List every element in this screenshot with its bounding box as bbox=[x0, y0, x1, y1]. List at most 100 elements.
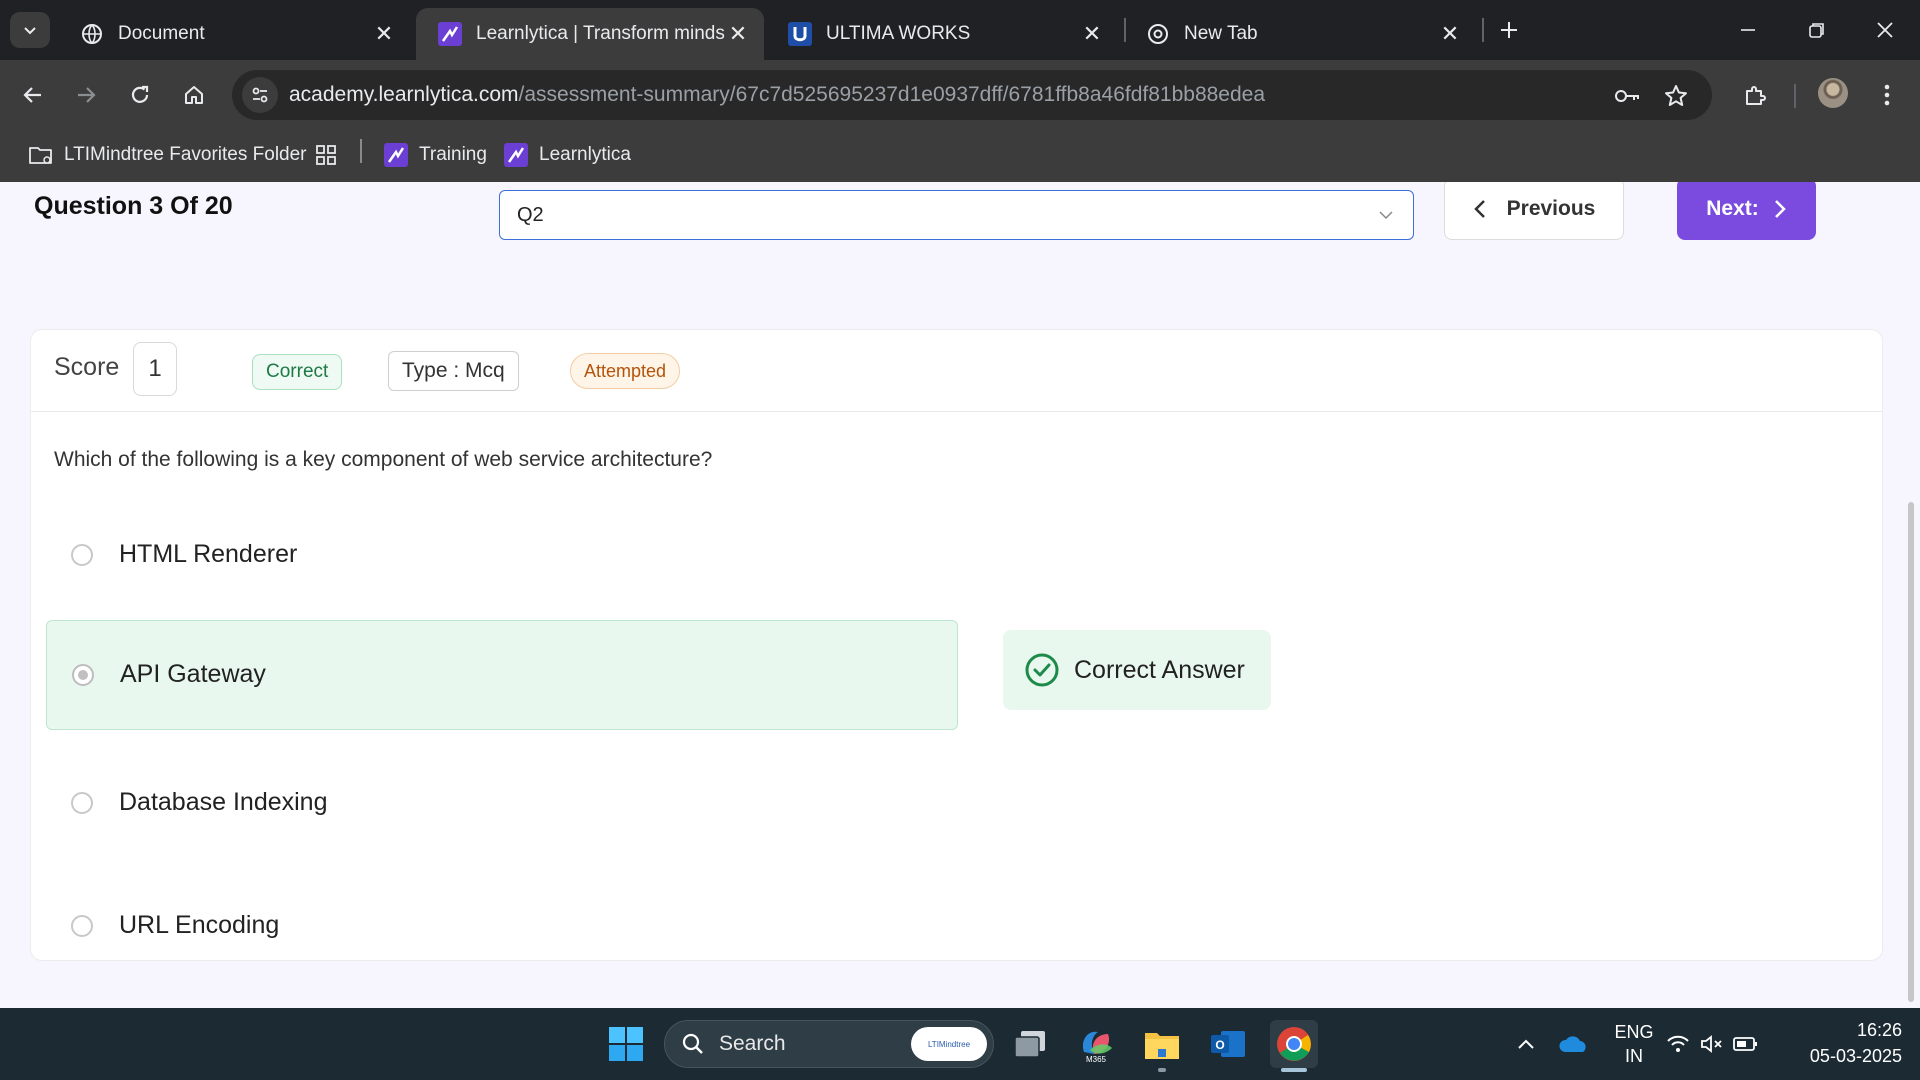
network-volume-battery-tray[interactable] bbox=[1664, 1020, 1764, 1068]
next-button[interactable]: Next: bbox=[1677, 182, 1816, 240]
file-explorer-button[interactable] bbox=[1138, 1020, 1186, 1068]
browser-menu-button[interactable] bbox=[1868, 76, 1906, 114]
windows-logo-icon bbox=[609, 1027, 643, 1061]
type-badge: Type : Mcq bbox=[388, 351, 519, 391]
running-indicator bbox=[1158, 1068, 1166, 1072]
tab-new-tab[interactable]: New Tab ✕ bbox=[1124, 8, 1476, 60]
m365-copilot-button[interactable]: M365 bbox=[1072, 1020, 1120, 1068]
back-button[interactable] bbox=[14, 76, 52, 114]
search-label: Search bbox=[719, 1032, 786, 1055]
tab-title: ULTIMA WORKS bbox=[826, 23, 971, 44]
close-icon[interactable]: ✕ bbox=[726, 21, 750, 46]
close-icon bbox=[1877, 22, 1893, 38]
chevron-left-icon bbox=[1473, 200, 1485, 218]
tab-ultima-works[interactable]: ULTIMA WORKS ✕ bbox=[766, 8, 1118, 60]
task-view-button[interactable] bbox=[1006, 1020, 1054, 1068]
start-button[interactable] bbox=[602, 1020, 650, 1068]
score-value: 1 bbox=[133, 342, 177, 396]
wifi-icon bbox=[1667, 1035, 1689, 1052]
bookmark-learnlytica[interactable]: Learnlytica bbox=[503, 140, 631, 170]
url-text: academy.learnlytica.com/assessment-summa… bbox=[289, 83, 1265, 107]
onedrive-button[interactable] bbox=[1550, 1020, 1598, 1068]
svg-text:O: O bbox=[1215, 1038, 1224, 1052]
reload-button[interactable] bbox=[121, 76, 159, 114]
option-radio[interactable] bbox=[71, 544, 93, 566]
question-card: Score 1 Correct Type : Mcq Attempted Whi… bbox=[30, 329, 1883, 961]
question-text: Which of the following is a key componen… bbox=[54, 448, 713, 471]
page-scrollbar[interactable] bbox=[1908, 502, 1914, 1002]
task-view-icon bbox=[1014, 1031, 1045, 1058]
active-app-indicator bbox=[1281, 1068, 1307, 1072]
option-label: URL Encoding bbox=[119, 911, 280, 939]
chrome-taskbar-button[interactable] bbox=[1270, 1020, 1318, 1068]
option-database-indexing[interactable]: Database Indexing bbox=[46, 748, 958, 858]
plus-icon bbox=[1501, 22, 1517, 38]
bookmark-apps[interactable] bbox=[313, 140, 349, 170]
close-icon[interactable]: ✕ bbox=[372, 21, 396, 46]
clock-date: 05-03-2025 bbox=[1809, 1046, 1902, 1066]
option-label: Database Indexing bbox=[119, 788, 328, 816]
question-counter: Question 3 Of 20 bbox=[34, 192, 233, 220]
bookmark-training[interactable]: Training bbox=[383, 140, 487, 170]
option-radio[interactable] bbox=[72, 664, 94, 686]
question-selector[interactable]: Q2 bbox=[499, 190, 1414, 240]
home-icon bbox=[185, 86, 203, 104]
extensions-button[interactable] bbox=[1736, 76, 1774, 114]
bookmark-label: Learnlytica bbox=[539, 144, 631, 165]
profile-avatar[interactable] bbox=[1818, 78, 1848, 108]
clock[interactable]: 16:26 05-03-2025 bbox=[1790, 1020, 1902, 1067]
option-radio[interactable] bbox=[71, 792, 93, 814]
question-card-header: Score 1 Correct Type : Mcq Attempted bbox=[31, 330, 1882, 412]
bookmark-star-button[interactable] bbox=[1662, 82, 1690, 110]
attempted-badge: Attempted bbox=[570, 353, 681, 389]
option-label: HTML Renderer bbox=[119, 540, 298, 568]
option-html-renderer[interactable]: HTML Renderer bbox=[46, 500, 958, 610]
selected-question: Q2 bbox=[517, 204, 544, 226]
bookmarks-bar: LTIMindtree Favorites Folder Training Le… bbox=[0, 130, 1920, 182]
previous-label: Previous bbox=[1506, 197, 1596, 220]
browser-toolbar: academy.learnlytica.com/assessment-summa… bbox=[0, 60, 1920, 130]
url-path: /assessment-summary/67c7d525695237d1e093… bbox=[518, 83, 1266, 106]
site-info-button[interactable] bbox=[242, 77, 278, 113]
minimize-button[interactable] bbox=[1723, 10, 1773, 50]
previous-button[interactable]: Previous bbox=[1444, 182, 1624, 240]
restore-button[interactable] bbox=[1792, 10, 1842, 50]
option-radio[interactable] bbox=[71, 915, 93, 937]
star-icon bbox=[1665, 85, 1687, 106]
outlook-button[interactable]: O bbox=[1204, 1020, 1252, 1068]
taskbar-search[interactable]: Search LTIMindtree bbox=[664, 1020, 994, 1068]
learnlytica-logo-icon bbox=[438, 22, 462, 46]
score-label: Score bbox=[54, 353, 120, 381]
address-bar[interactable]: academy.learnlytica.com/assessment-summa… bbox=[232, 70, 1712, 120]
show-hidden-icons-button[interactable] bbox=[1502, 1020, 1550, 1068]
close-icon[interactable]: ✕ bbox=[1080, 21, 1104, 46]
option-url-encoding[interactable]: URL Encoding bbox=[46, 871, 958, 981]
language-indicator[interactable]: ENG IN bbox=[1606, 1022, 1662, 1067]
bookmark-ltimindtree-folder[interactable]: LTIMindtree Favorites Folder bbox=[28, 140, 307, 170]
next-label: Next: bbox=[1706, 197, 1759, 220]
tab-learnlytica[interactable]: Learnlytica | Transform minds w ✕ bbox=[416, 8, 764, 60]
tab-divider bbox=[1482, 18, 1484, 42]
chevron-down-icon bbox=[24, 27, 36, 35]
chevron-down-icon bbox=[1377, 206, 1395, 224]
tab-document[interactable]: Document ✕ bbox=[58, 8, 410, 60]
restore-icon bbox=[1809, 23, 1824, 38]
password-key-button[interactable] bbox=[1614, 82, 1642, 110]
home-button[interactable] bbox=[175, 76, 213, 114]
folder-icon bbox=[1145, 1033, 1179, 1059]
more-vertical-icon bbox=[1884, 84, 1890, 106]
language-primary: ENG bbox=[1614, 1022, 1654, 1042]
tab-search-button[interactable] bbox=[10, 12, 50, 48]
option-api-gateway[interactable]: API Gateway bbox=[46, 620, 958, 730]
language-secondary: IN bbox=[1625, 1046, 1643, 1066]
check-circle-icon bbox=[1025, 653, 1059, 687]
reload-icon bbox=[131, 85, 149, 103]
window-close-button[interactable] bbox=[1860, 10, 1910, 50]
onedrive-cloud-icon bbox=[1559, 1036, 1586, 1052]
chrome-icon bbox=[1277, 1027, 1311, 1061]
close-icon[interactable]: ✕ bbox=[1438, 21, 1462, 46]
ltimindtree-search-badge: LTIMindtree bbox=[911, 1027, 987, 1061]
minimize-icon bbox=[1741, 29, 1755, 31]
new-tab-button[interactable] bbox=[1493, 14, 1525, 46]
forward-button[interactable] bbox=[67, 76, 105, 114]
